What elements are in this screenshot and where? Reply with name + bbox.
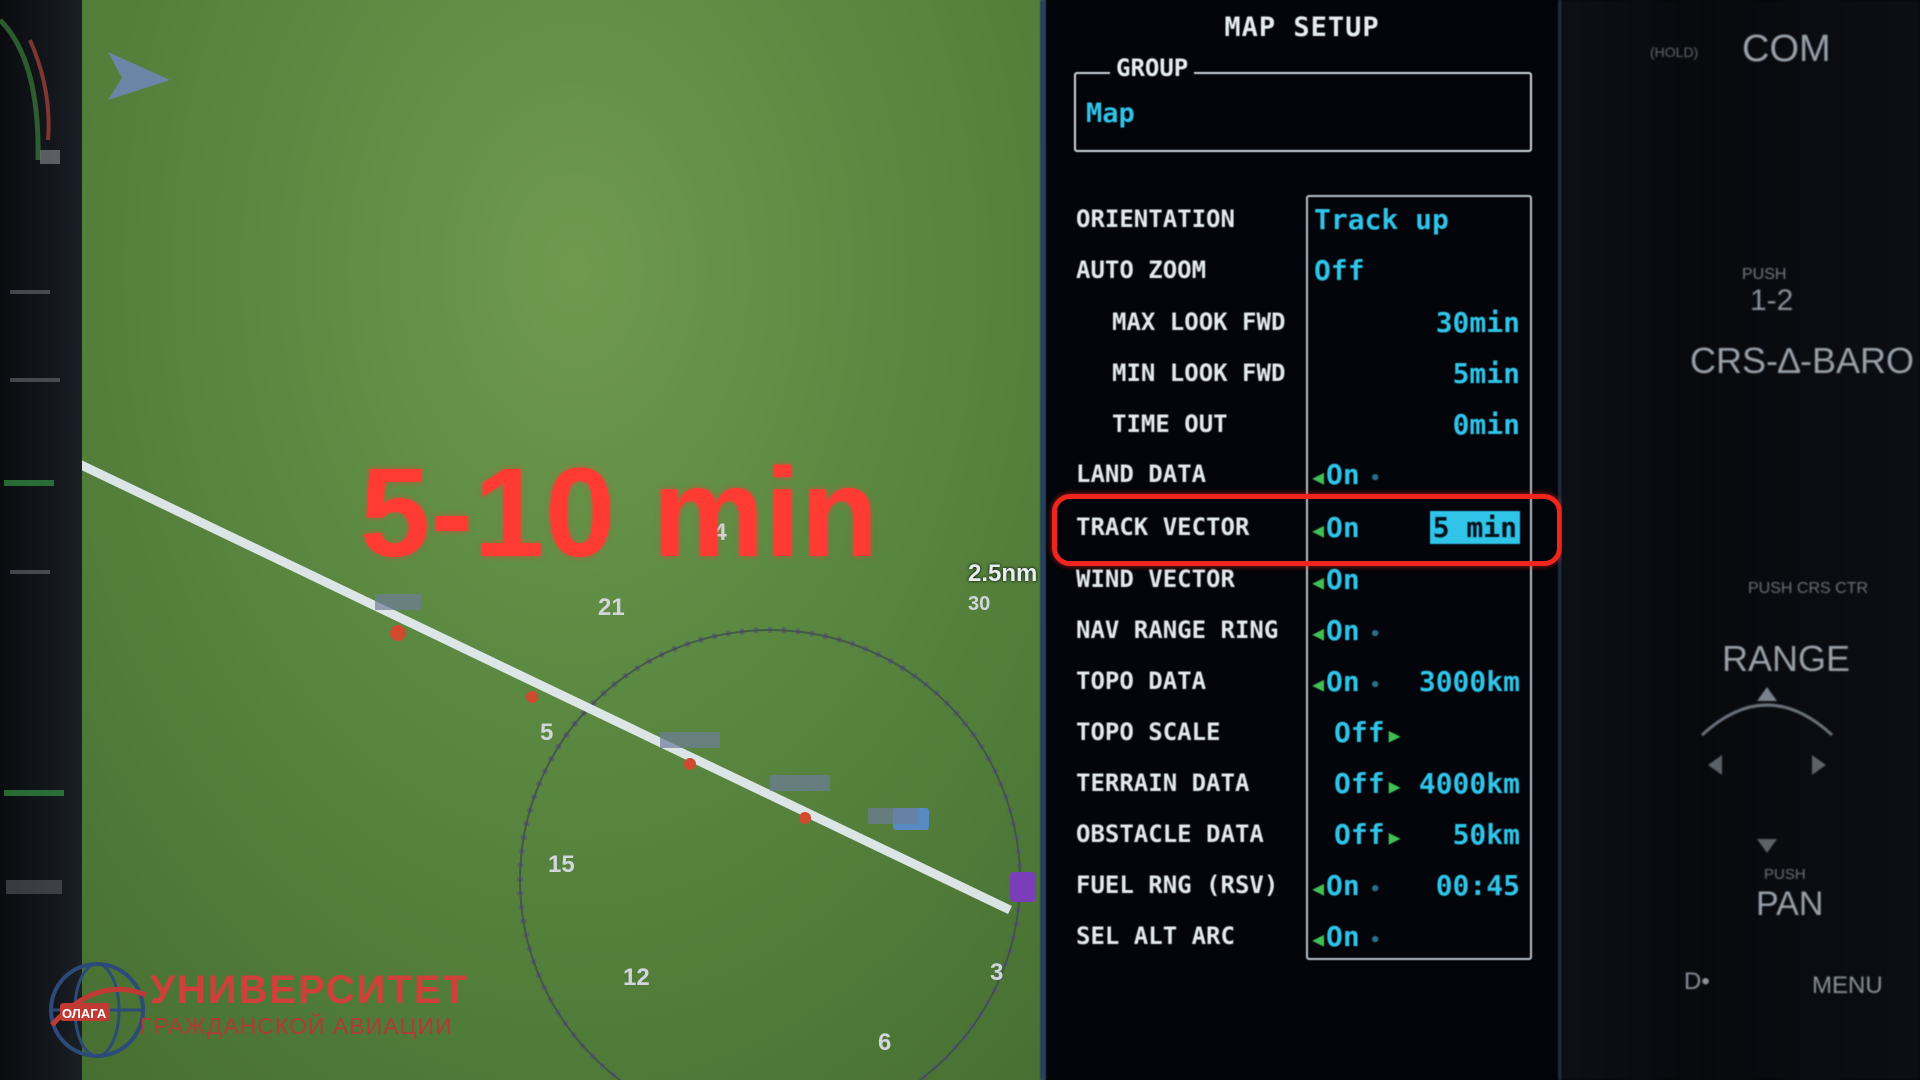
menu-button[interactable]: MENU <box>1812 972 1883 1000</box>
setting-label: OBSTACLE DATA <box>1076 820 1264 848</box>
setting-value[interactable]: 0min <box>1453 408 1520 441</box>
setting-value[interactable]: 5min <box>1453 357 1520 390</box>
setting-row-time-out[interactable]: TIME OUT 0min <box>1046 408 1558 450</box>
setting-selector[interactable]: Off <box>1334 818 1385 851</box>
setting-row-max-look-fwd[interactable]: MAX LOOK FWD 30min <box>1046 306 1558 348</box>
crs-baro-knob-label[interactable]: CRS-∆-BARO <box>1690 340 1914 382</box>
setting-label: TERRAIN DATA <box>1076 769 1250 797</box>
arrow-left-icon: ◀ <box>1312 465 1325 489</box>
north-arrow-icon <box>108 52 170 100</box>
setting-row-wind-vector[interactable]: WIND VECTOR ◀On <box>1046 563 1558 605</box>
setting-label: MIN LOOK FWD <box>1112 359 1286 387</box>
setting-label: NAV RANGE RING <box>1076 616 1279 644</box>
arrow-left-icon: ◀ <box>1312 570 1325 594</box>
mfd-bezel: (HOLD) COM PUSH 1-2 CRS-∆-BARO PUSH CRS … <box>1562 0 1920 1080</box>
setting-value[interactable]: 4000km <box>1419 767 1520 800</box>
direct-to-button[interactable]: D• <box>1684 968 1710 996</box>
setting-row-auto-zoom[interactable]: AUTO ZOOM Off <box>1046 254 1558 296</box>
waypoint-marker <box>1010 872 1036 902</box>
setting-row-nav-range-ring[interactable]: NAV RANGE RING ◀On • <box>1046 614 1558 656</box>
setting-selector[interactable]: Off <box>1314 254 1365 287</box>
com-knob-label[interactable]: COM <box>1742 28 1831 71</box>
arrow-right-icon: ▶ <box>1388 723 1401 747</box>
pan-label[interactable]: PAN <box>1756 885 1823 924</box>
waypoint-dot <box>684 758 696 770</box>
compass-label: 6 <box>878 1029 891 1056</box>
setting-selector[interactable]: On <box>1326 920 1360 953</box>
group-legend: GROUP <box>1110 54 1195 82</box>
arrow-left-icon: ◀ <box>1312 876 1325 900</box>
push-label: PUSH <box>1742 266 1787 283</box>
setting-row-obstacle-data[interactable]: OBSTACLE DATA Off ▶ 50km <box>1046 818 1558 860</box>
compass-rose-ring <box>517 627 1023 1080</box>
setting-row-min-look-fwd[interactable]: MIN LOOK FWD 5min <box>1046 357 1558 399</box>
map-label-block <box>660 732 720 748</box>
compass-label: 15 <box>548 851 575 878</box>
setting-value[interactable]: 30min <box>1436 306 1520 339</box>
setting-label: TIME OUT <box>1112 410 1228 438</box>
com-hold-label: (HOLD) <box>1650 44 1699 60</box>
waypoint-dot <box>526 691 538 703</box>
compass-label: 3 <box>990 959 1003 986</box>
setting-selector[interactable]: On <box>1326 458 1360 491</box>
setting-selector[interactable]: On <box>1326 614 1360 647</box>
arrow-left-icon: ◀ <box>1312 927 1325 951</box>
nav-1-2-toggle[interactable]: 1-2 <box>1750 284 1793 318</box>
push-crs-ctr-label: PUSH CRS CTR <box>1748 580 1869 597</box>
setting-selector[interactable]: Off <box>1334 716 1385 749</box>
compass-label: 5 <box>540 719 553 746</box>
setting-label: AUTO ZOOM <box>1076 256 1207 284</box>
logo-badge: ОЛАГА <box>62 1006 107 1021</box>
map-label-block <box>868 808 918 824</box>
group-selector[interactable]: GROUP Map <box>1074 54 1532 152</box>
waypoint-dot <box>390 625 406 641</box>
setting-label: WIND VECTOR <box>1076 565 1235 593</box>
setting-label: TOPO SCALE <box>1076 718 1221 746</box>
arrow-right-icon: ▶ <box>1388 774 1401 798</box>
group-value[interactable]: Map <box>1086 98 1135 129</box>
setting-row-fuel-rng[interactable]: FUEL RNG (RSV) ◀On • 00:45 <box>1046 869 1558 911</box>
setting-value[interactable]: 00:45 <box>1436 869 1520 902</box>
compass-label: 12 <box>623 964 650 991</box>
setting-label: TOPO DATA <box>1076 667 1207 695</box>
logo-subtitle: ГРАЖДАНСКОЙ АВИАЦИИ <box>140 1013 453 1039</box>
setting-label: FUEL RNG (RSV) <box>1076 871 1279 899</box>
track-vector-caption: 5-10 min <box>360 442 880 583</box>
setting-selector[interactable]: Off <box>1334 767 1385 800</box>
setting-row-topo-data[interactable]: TOPO DATA ◀On • 3000km <box>1046 665 1558 707</box>
range-joystick-icon[interactable] <box>1692 675 1842 875</box>
setting-label: SEL ALT ARC <box>1076 922 1235 950</box>
range-knob-label[interactable]: RANGE <box>1722 638 1850 680</box>
setting-row-topo-scale[interactable]: TOPO SCALE Off ▶ <box>1046 716 1558 758</box>
setting-label: MAX LOOK FWD <box>1112 308 1286 336</box>
map-label-block <box>375 594 421 610</box>
setting-selector[interactable]: On <box>1326 563 1360 596</box>
push-label: PUSH <box>1764 866 1806 883</box>
setting-label: ORIENTATION <box>1076 205 1235 233</box>
arrow-left-icon: ◀ <box>1312 672 1325 696</box>
setting-selector[interactable]: On <box>1326 665 1360 698</box>
moving-map[interactable]: 21 24 5 15 12 3 6 30 5-10 min 2.5nm <box>0 0 1045 1080</box>
arrow-left-icon: ◀ <box>1312 621 1325 645</box>
map-label-block <box>770 775 830 791</box>
arrow-right-icon: ▶ <box>1388 825 1401 849</box>
window-title: MAP SETUP <box>1224 12 1380 43</box>
setting-label: LAND DATA <box>1076 460 1207 488</box>
setting-selector[interactable]: On <box>1326 869 1360 902</box>
setting-value[interactable]: 3000km <box>1419 665 1520 698</box>
setting-row-orientation[interactable]: ORIENTATION Track up <box>1046 203 1558 245</box>
waypoint-dot <box>799 812 811 824</box>
map-range-label: 2.5nm <box>968 560 1038 587</box>
setting-selector[interactable]: Track up <box>1314 203 1449 236</box>
logo-title: УНИВЕРСИТЕТ <box>150 968 469 1012</box>
setting-row-sel-alt-arc[interactable]: SEL ALT ARC ◀On • <box>1046 920 1558 962</box>
track-vector-highlight-annotation <box>1052 494 1562 566</box>
setting-row-terrain-data[interactable]: TERRAIN DATA Off ▶ 4000km <box>1046 767 1558 809</box>
compass-label: 30 <box>968 593 990 615</box>
pfd-edge-strip <box>0 0 82 1080</box>
compass-label: 21 <box>598 594 625 621</box>
setting-value[interactable]: 50km <box>1453 818 1520 851</box>
